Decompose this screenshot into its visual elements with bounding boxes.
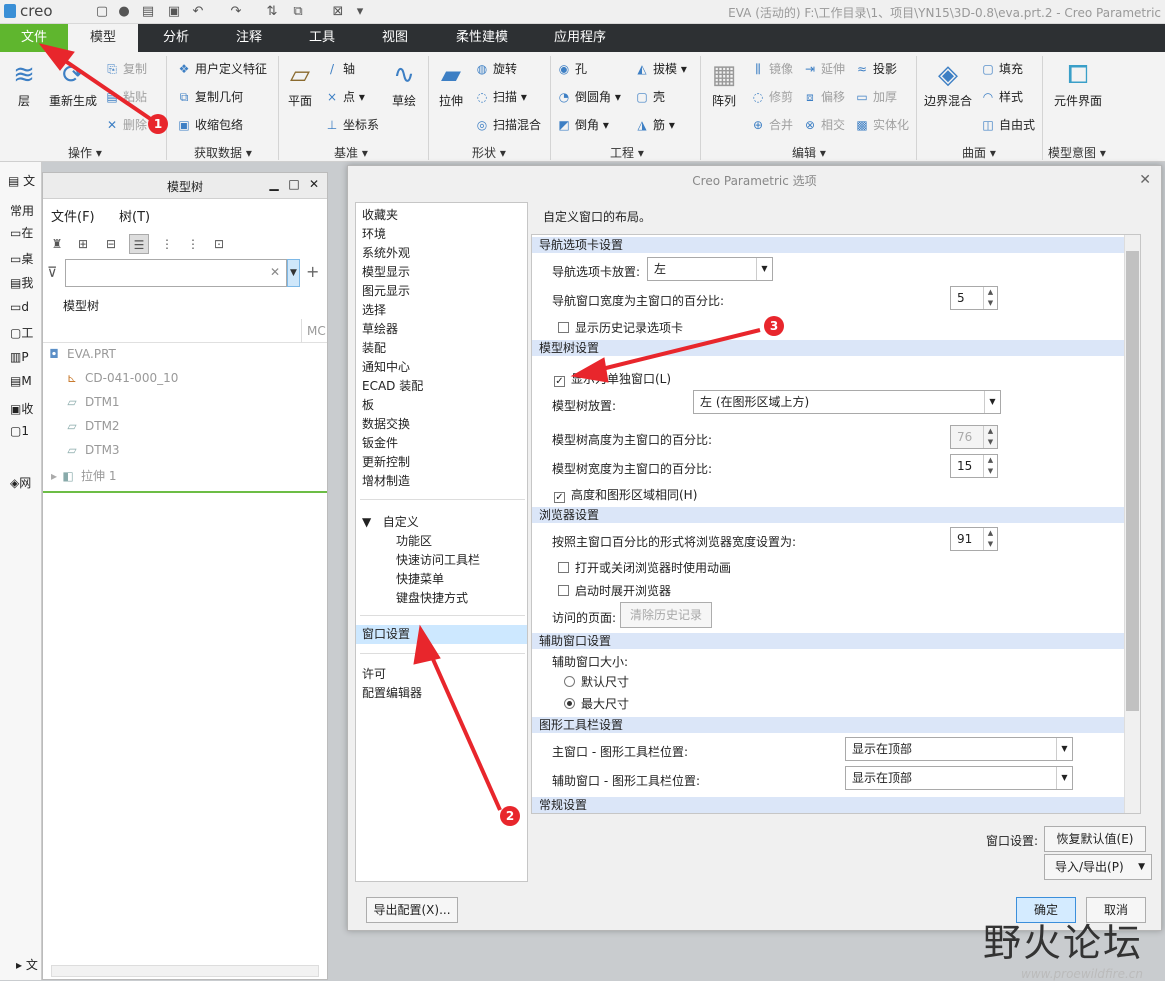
annotation-arrows — [38, 43, 761, 811]
arrow-2-line — [426, 647, 502, 811]
arrow-2-head — [413, 624, 441, 665]
step-badge-2: 2 — [500, 806, 520, 826]
watermark-url: www.proewildfire.cn — [1021, 967, 1143, 981]
watermark: 野火论坛 www.proewildfire.cn — [983, 912, 1143, 981]
arrow-3-head — [570, 357, 609, 383]
arrow-3-line — [597, 328, 761, 372]
arrow-1-line — [56, 54, 154, 122]
arrow-1-head — [38, 43, 75, 71]
step-badge-1: 1 — [148, 114, 168, 134]
step-badge-3: 3 — [764, 316, 784, 336]
watermark-text: 野火论坛 — [982, 921, 1143, 965]
